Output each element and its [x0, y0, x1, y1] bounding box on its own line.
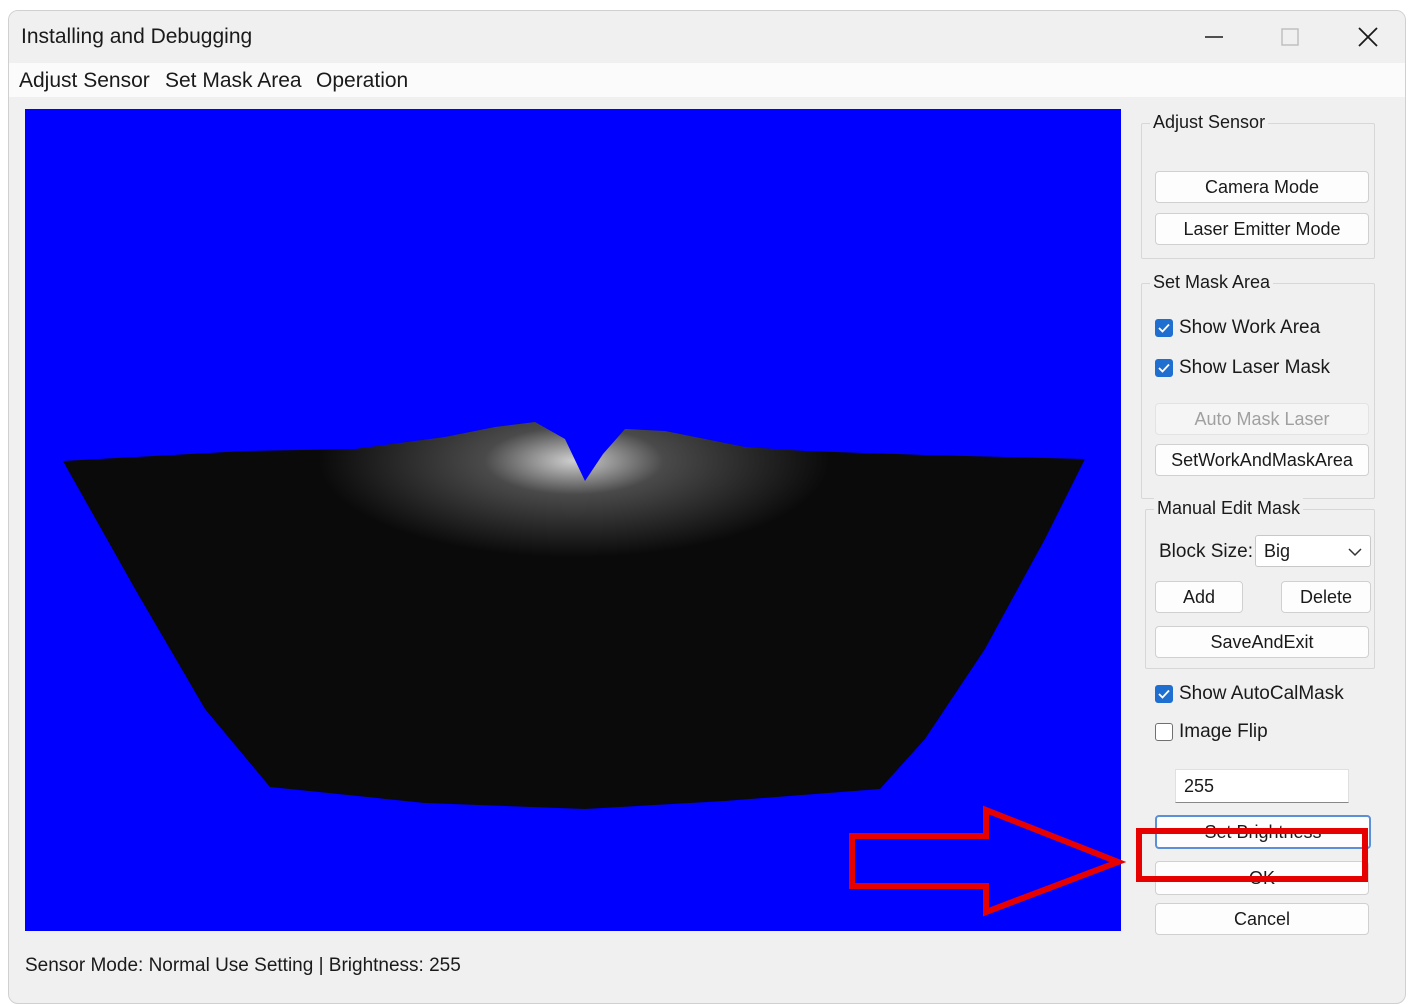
red-arrow-annotation	[849, 805, 1127, 917]
ok-highlight-annotation	[1136, 828, 1368, 882]
